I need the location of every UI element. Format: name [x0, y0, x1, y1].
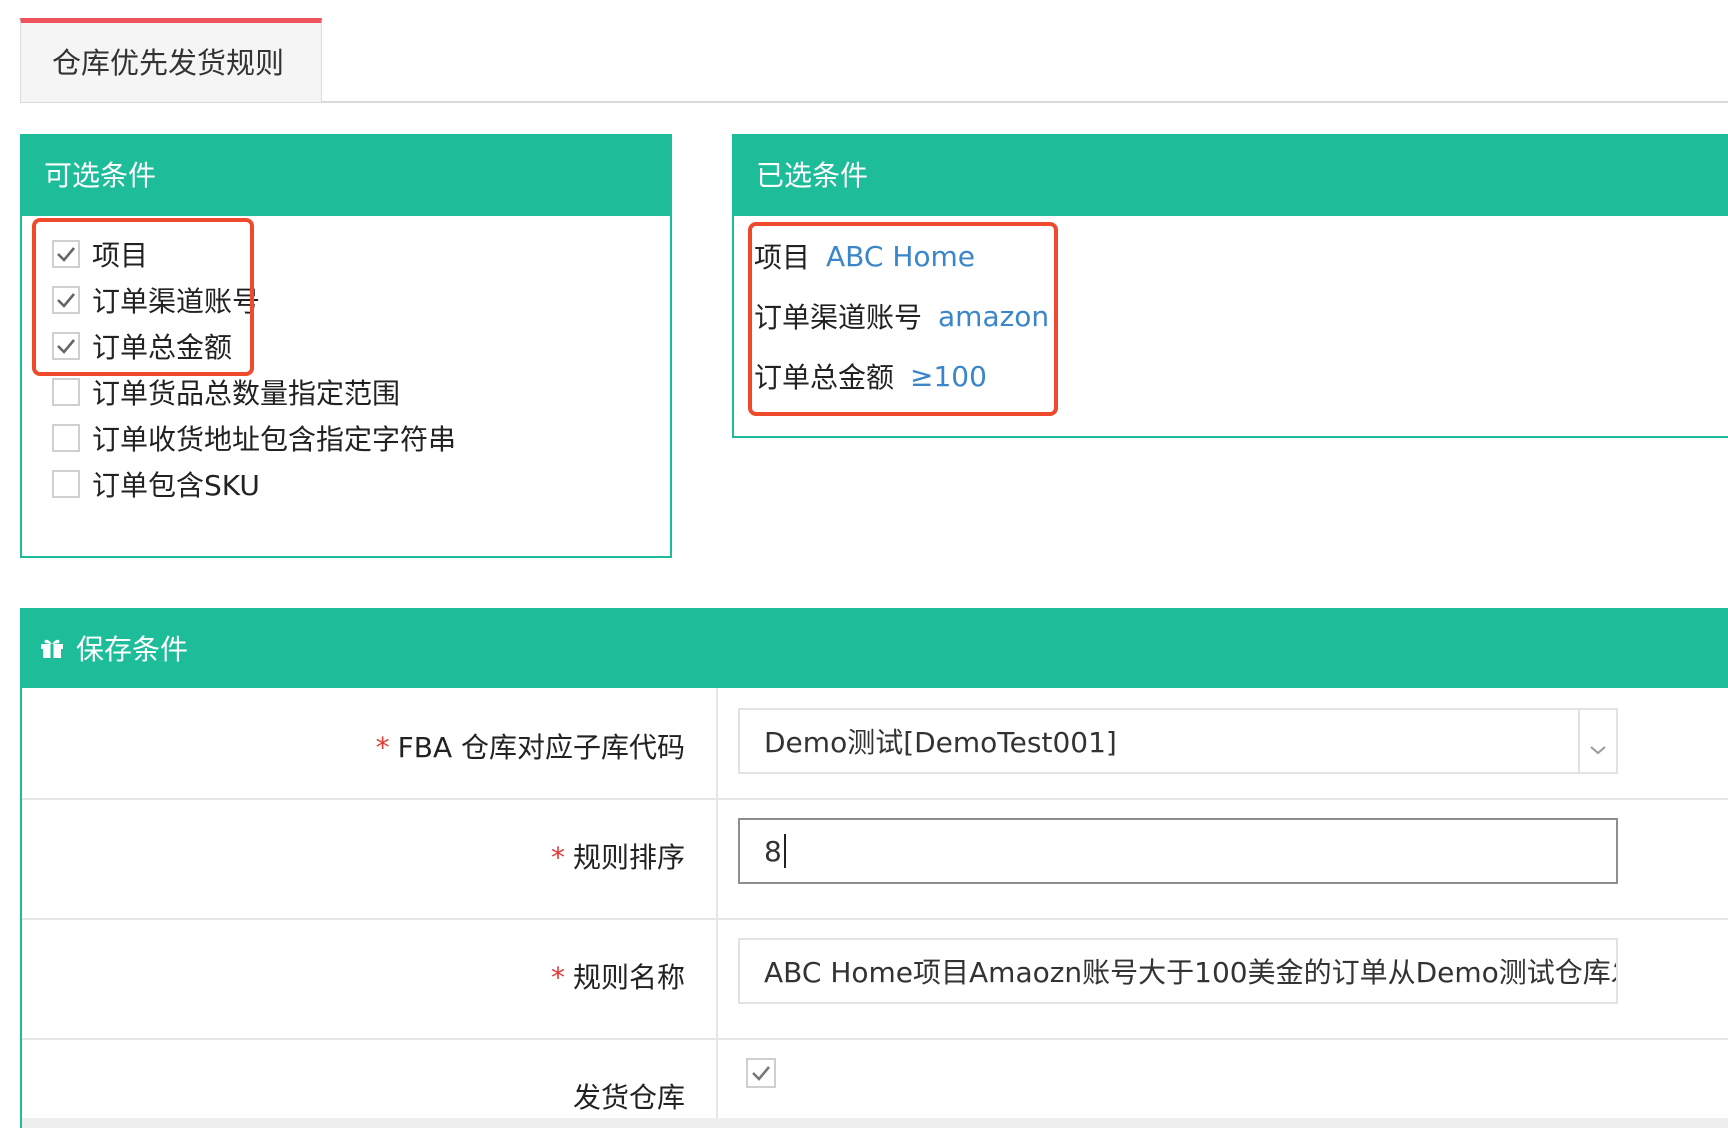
rule-order-label: * 规则排序	[551, 836, 685, 876]
required-mark: *	[375, 731, 390, 764]
checkbox[interactable]	[52, 470, 80, 498]
chevron-down-icon[interactable]	[1588, 730, 1608, 763]
save-conditions-header: 保存条件	[20, 608, 1728, 688]
condition-option-item-quantity-range[interactable]: 订单货品总数量指定范围	[52, 372, 400, 412]
checkbox[interactable]	[52, 378, 80, 406]
checkbox[interactable]	[52, 424, 80, 452]
required-mark: *	[550, 841, 565, 874]
condition-label: 订单货品总数量指定范围	[92, 377, 401, 410]
rule-name-input[interactable]: ABC Home项目Amaozn账号大于100美金的订单从Demo测试仓库发	[738, 938, 1618, 1004]
ship-warehouse-label: 发货仓库	[572, 1081, 685, 1114]
condition-option-address-contains[interactable]: 订单收货地址包含指定字符串	[52, 418, 456, 458]
highlight-box	[748, 222, 1058, 416]
field-label-text: 规则排序	[572, 841, 685, 874]
field-label-text: FBA 仓库对应子库代码	[397, 731, 685, 764]
rule-name-label: * 规则名称	[551, 956, 685, 996]
ship-warehouse-checkbox[interactable]	[746, 1058, 776, 1088]
condition-label: 订单收货地址包含指定字符串	[92, 423, 457, 456]
tab-label: 仓库优先发货规则	[52, 46, 285, 80]
highlight-box	[32, 218, 254, 376]
input-value: 8	[764, 834, 782, 868]
warehouse-code-select[interactable]: Demo测试[DemoTest001]	[738, 708, 1618, 774]
available-conditions-title: 可选条件	[22, 136, 670, 216]
save-conditions-title: 保存条件	[76, 633, 189, 666]
text-cursor	[783, 834, 786, 868]
selected-conditions-title: 已选条件	[734, 136, 1728, 216]
select-divider	[1578, 710, 1580, 772]
field-label-text: 规则名称	[572, 961, 685, 994]
gift-icon	[40, 637, 64, 659]
condition-option-contains-sku[interactable]: 订单包含SKU	[52, 464, 260, 504]
check-icon	[752, 1066, 770, 1081]
input-value: ABC Home项目Amaozn账号大于100美金的订单从Demo测试仓库发	[764, 956, 1618, 989]
condition-label: 订单包含SKU	[92, 469, 260, 502]
form-bottom-divider	[22, 1118, 1728, 1128]
select-value: Demo测试[DemoTest001]	[764, 726, 1117, 759]
rule-order-input[interactable]: 8	[738, 818, 1618, 884]
warehouse-code-label: * FBA 仓库对应子库代码	[376, 726, 685, 766]
required-mark: *	[550, 961, 565, 994]
